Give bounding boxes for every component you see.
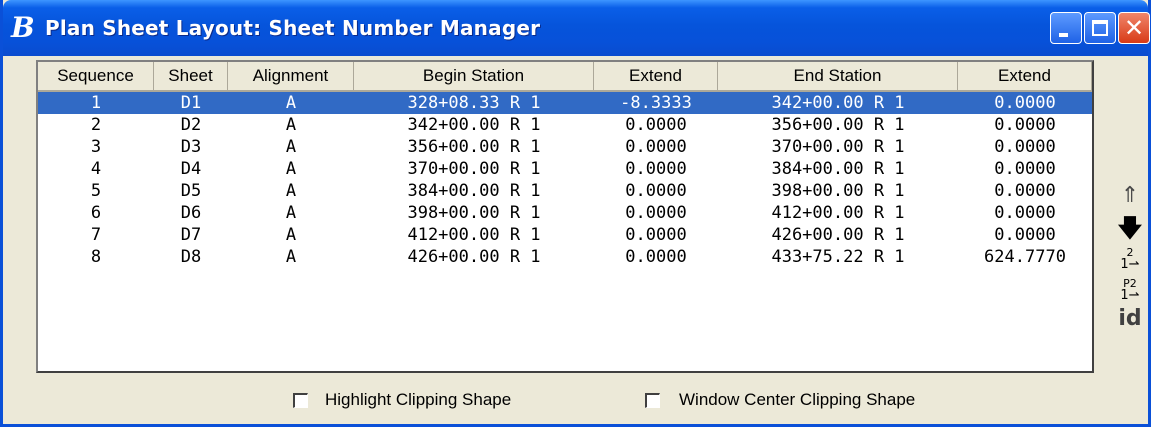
sheet-list[interactable]: Sequence Sheet Alignment Begin Station E…	[36, 60, 1094, 373]
cell-begin-station: 328+08.33 R 1	[407, 93, 541, 113]
cell-alignment: A	[285, 93, 297, 113]
cell-end-station: 384+00.00 R 1	[771, 159, 905, 179]
close-button[interactable]: ✕	[1118, 12, 1150, 44]
cell-sheet: D1	[180, 93, 202, 113]
column-header-end-extend[interactable]: Extend	[958, 62, 1092, 92]
identify-icon[interactable]: id	[1113, 307, 1147, 331]
cell-end-station: 342+00.00 R 1	[771, 93, 905, 113]
cell-sequence: 7	[90, 225, 102, 245]
table-row[interactable]: 6 D6 A 398+00.00 R 1 0.0000 412+00.00 R 1 0.00…	[38, 202, 1092, 224]
cell-begin-station: 356+00.00 R 1	[407, 137, 541, 157]
cell-sheet: D2	[180, 115, 202, 135]
window-center-clipping-shape-checkbox[interactable]	[645, 393, 660, 408]
minimize-icon	[1059, 33, 1068, 37]
cell-end-extend: 0.0000	[994, 203, 1056, 223]
cell-end-extend: 624.7770	[984, 247, 1066, 267]
cell-begin-extend: 0.0000	[625, 137, 687, 157]
cell-begin-extend: 0.0000	[625, 159, 687, 179]
table-row[interactable]: 3 D3 A 356+00.00 R 1 0.0000 370+00.00 R 1 0.00…	[38, 136, 1092, 158]
maximize-icon	[1092, 20, 1108, 36]
cell-alignment: A	[285, 181, 297, 201]
column-header-begin-station[interactable]: Begin Station	[354, 62, 594, 92]
cell-end-station: 370+00.00 R 1	[771, 137, 905, 157]
cell-end-extend: 0.0000	[994, 159, 1056, 179]
cell-end-extend: 0.0000	[994, 115, 1056, 135]
window-center-clipping-shape-label[interactable]: Window Center Clipping Shape	[679, 388, 915, 412]
cell-sheet: D7	[180, 225, 202, 245]
bentley-b-icon[interactable]: B	[11, 14, 43, 42]
cell-end-station: 426+00.00 R 1	[771, 225, 905, 245]
cell-sheet: D6	[180, 203, 202, 223]
prefix-renumber-icon-bottom: 1⇀	[1120, 288, 1140, 303]
cell-end-station: 412+00.00 R 1	[771, 203, 905, 223]
renumber-icon[interactable]: 2 1⇀	[1113, 247, 1147, 271]
cell-sequence: 2	[90, 115, 102, 135]
renumber-icon-bottom: 1⇀	[1120, 257, 1140, 272]
cell-end-station: 433+75.22 R 1	[771, 247, 905, 267]
move-down-icon[interactable]: 🡇	[1113, 216, 1147, 240]
cell-begin-station: 412+00.00 R 1	[407, 225, 541, 245]
cell-begin-station: 398+00.00 R 1	[407, 203, 541, 223]
highlight-clipping-shape-checkbox[interactable]	[293, 393, 308, 408]
sheet-number-manager-window: B Plan Sheet Layout: Sheet Number Manage…	[0, 0, 1151, 427]
table-row[interactable]: 8 D8 A 426+00.00 R 1 0.0000 433+75.22 R 1 624.…	[38, 246, 1092, 268]
minimize-button[interactable]	[1050, 12, 1082, 44]
cell-end-station: 398+00.00 R 1	[771, 181, 905, 201]
cell-end-extend: 0.0000	[994, 181, 1056, 201]
cell-begin-station: 426+00.00 R 1	[407, 247, 541, 267]
cell-begin-extend: 0.0000	[625, 247, 687, 267]
highlight-clipping-shape-label[interactable]: Highlight Clipping Shape	[325, 388, 511, 412]
cell-begin-extend: 0.0000	[625, 225, 687, 245]
cell-alignment: A	[285, 115, 297, 135]
cell-end-extend: 0.0000	[994, 137, 1056, 157]
cell-sheet: D3	[180, 137, 202, 157]
table-row[interactable]: 2 D2 A 342+00.00 R 1 0.0000 356+00.00 R 1 0.00…	[38, 114, 1092, 136]
maximize-button[interactable]	[1084, 12, 1116, 44]
cell-sheet: D4	[180, 159, 202, 179]
column-header-end-station[interactable]: End Station	[718, 62, 958, 92]
cell-begin-extend: 0.0000	[625, 115, 687, 135]
column-header-begin-extend[interactable]: Extend	[594, 62, 718, 92]
window-title: Plan Sheet Layout: Sheet Number Manager	[45, 16, 541, 40]
cell-begin-station: 370+00.00 R 1	[407, 159, 541, 179]
title-bar[interactable]: B Plan Sheet Layout: Sheet Number Manage…	[3, 0, 1150, 56]
table-row[interactable]: 4 D4 A 370+00.00 R 1 0.0000 384+00.00 R 1 0.00…	[38, 158, 1092, 180]
cell-sheet: D8	[180, 247, 202, 267]
cell-begin-extend: 0.0000	[625, 181, 687, 201]
table-row[interactable]: 1 D1 A 328+08.33 R 1 -8.3333 342+00.00 R 1 0.0…	[38, 92, 1092, 114]
cell-alignment: A	[285, 203, 297, 223]
cell-end-station: 356+00.00 R 1	[771, 115, 905, 135]
cell-sequence: 6	[90, 203, 102, 223]
prefix-renumber-icon[interactable]: P2 1⇀	[1113, 278, 1147, 302]
table-row[interactable]: 7 D7 A 412+00.00 R 1 0.0000 426+00.00 R 1 0.00…	[38, 224, 1092, 246]
cell-end-extend: 0.0000	[994, 225, 1056, 245]
cell-begin-station: 384+00.00 R 1	[407, 181, 541, 201]
cell-begin-extend: -8.3333	[620, 93, 692, 113]
cell-sequence: 3	[90, 137, 102, 157]
cell-begin-extend: 0.0000	[625, 203, 687, 223]
cell-alignment: A	[285, 159, 297, 179]
cell-sheet: D5	[180, 181, 202, 201]
move-up-icon[interactable]: ⇑	[1113, 184, 1147, 208]
cell-alignment: A	[285, 225, 297, 245]
cell-alignment: A	[285, 247, 297, 267]
column-header-sequence[interactable]: Sequence	[38, 62, 154, 92]
table-row[interactable]: 5 D5 A 384+00.00 R 1 0.0000 398+00.00 R 1 0.00…	[38, 180, 1092, 202]
cell-sequence: 1	[90, 93, 102, 113]
column-header-alignment[interactable]: Alignment	[228, 62, 354, 92]
cell-begin-station: 342+00.00 R 1	[407, 115, 541, 135]
cell-sequence: 5	[90, 181, 102, 201]
list-header: Sequence Sheet Alignment Begin Station E…	[38, 62, 1092, 92]
cell-sequence: 8	[90, 247, 102, 267]
cell-end-extend: 0.0000	[994, 93, 1056, 113]
cell-sequence: 4	[90, 159, 102, 179]
close-icon: ✕	[1123, 14, 1145, 42]
column-header-sheet[interactable]: Sheet	[154, 62, 228, 92]
cell-alignment: A	[285, 137, 297, 157]
